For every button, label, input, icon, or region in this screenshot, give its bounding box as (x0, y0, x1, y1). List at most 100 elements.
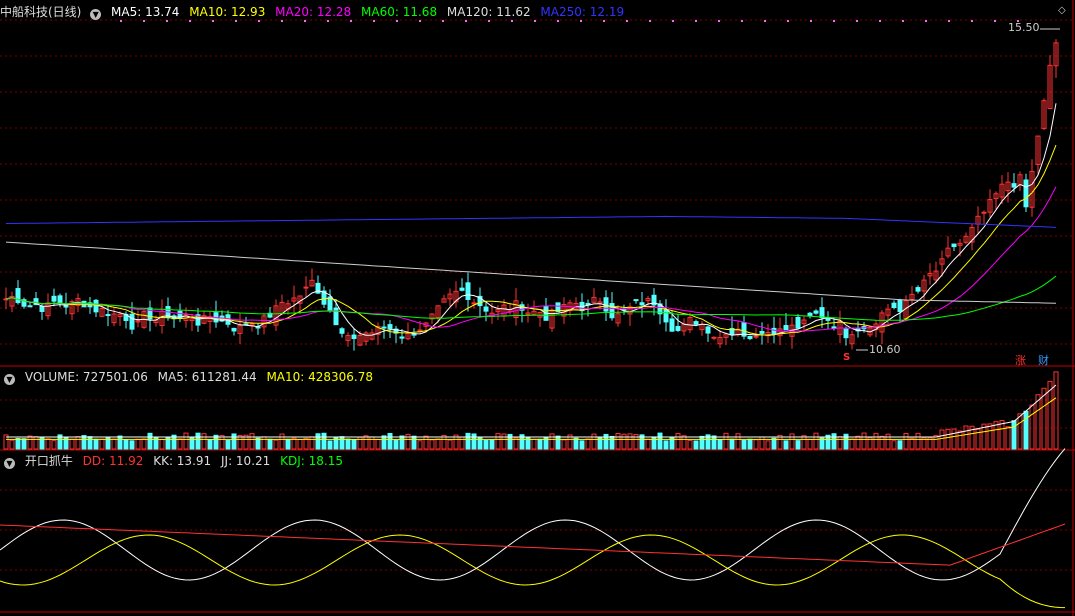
volume-bar (159, 439, 165, 450)
volume-bar (411, 435, 417, 450)
volume-bar (93, 438, 99, 450)
chart-canvas[interactable] (0, 0, 1075, 616)
expand-diamond-icon[interactable]: ◇ (1058, 5, 1066, 16)
volume-bar (483, 439, 489, 450)
volume-bar (219, 435, 225, 450)
signal-dot (718, 20, 720, 22)
signal-dot (488, 20, 490, 22)
signal-dot (419, 20, 421, 22)
candle-body (483, 306, 489, 312)
volume-bar (933, 435, 939, 450)
candle-body (27, 305, 33, 308)
jj-label: JJ: 10.21 (220, 454, 271, 468)
volume-bar (855, 435, 861, 450)
indicator-jj-line (0, 534, 1066, 609)
signal-dot (695, 20, 697, 22)
volume-bar (555, 435, 561, 450)
signal-dot (856, 20, 858, 22)
volume-bar (279, 433, 285, 450)
volume-bar (783, 440, 789, 450)
ma250-line (5, 215, 1057, 228)
volume-bar (585, 438, 591, 450)
main-legend: 中船科技(日线) ▼ MA5: 13.74 MA10: 12.93 MA20: … (0, 4, 630, 20)
signal-dot (327, 20, 329, 22)
volume-bar (531, 438, 537, 450)
candle-body (417, 329, 423, 332)
s-marker: S (843, 352, 851, 363)
signal-dot (902, 20, 904, 22)
volume-bar (801, 435, 807, 450)
stock-title: 中船科技(日线) (0, 5, 82, 19)
volume-bar (813, 432, 819, 450)
candle-body (795, 316, 801, 329)
volume-bar (459, 436, 465, 450)
ma10-label: MA10: 12.93 (189, 5, 266, 19)
volume-bar (69, 438, 75, 450)
volume-bar (675, 433, 681, 450)
collapse-icon[interactable]: ▼ (4, 374, 15, 385)
volume-bar (309, 436, 315, 450)
volume-bar (63, 436, 69, 450)
volume-bar (1029, 404, 1035, 450)
candle-body (93, 299, 99, 313)
volume-bar (711, 435, 717, 450)
volume-bar (651, 436, 657, 450)
volume-bar (717, 438, 723, 450)
ma250-label: MA250: 12.19 (540, 5, 625, 19)
collapse-icon[interactable]: ▼ (4, 458, 15, 469)
collapse-icon[interactable]: ▼ (90, 9, 102, 20)
volume-bar (231, 433, 237, 450)
candle-body (951, 243, 957, 248)
volume-bar (135, 438, 141, 450)
volume-bar (1035, 394, 1041, 450)
volume-bar (843, 433, 849, 450)
kdj-label: KDJ: 18.15 (280, 454, 343, 468)
candle-body (147, 307, 153, 320)
candle-body (753, 335, 759, 338)
candle-body (465, 282, 471, 300)
kk-label: KK: 13.91 (153, 454, 212, 468)
signal-dot (649, 20, 651, 22)
candle-body (57, 295, 63, 304)
volume-bar (873, 432, 879, 450)
volume-bar (561, 439, 567, 450)
candle-body (693, 321, 699, 325)
volume-bar (33, 436, 39, 450)
candle-body (1011, 183, 1017, 188)
volume-bar (1005, 426, 1011, 450)
zhang-badge[interactable]: 涨 (1015, 352, 1026, 368)
volume-bar (741, 439, 747, 450)
volume-bar (267, 438, 273, 450)
candle-body (387, 324, 393, 330)
indicator-legend: ▼ 开口抓牛 DD: 11.92 KK: 13.91 JJ: 10.21 KDJ… (0, 453, 349, 469)
volume-bar (951, 428, 957, 450)
signal-dot (281, 20, 283, 22)
signal-dot (534, 20, 536, 22)
signal-dot (511, 20, 513, 22)
volume-bar (9, 439, 15, 450)
volume-bar (765, 440, 771, 450)
signal-dot (580, 20, 582, 22)
candle-body (129, 313, 135, 330)
volume-bar (1041, 387, 1047, 450)
volume-bar (687, 439, 693, 450)
volume-bar (15, 437, 21, 450)
volume-bar (753, 439, 759, 450)
signal-dot (603, 20, 605, 22)
signal-dot (189, 20, 191, 22)
volume-bar (963, 425, 969, 450)
volume-bar (831, 433, 837, 450)
cai-badge[interactable]: 财 (1038, 352, 1049, 368)
volume-bar (747, 438, 753, 450)
indicator-name: 开口抓牛 (24, 454, 73, 468)
volume-bar (177, 438, 183, 450)
ma120-label: MA120: 11.62 (446, 5, 531, 19)
volume-bar (369, 436, 375, 450)
signal-dot (442, 20, 444, 22)
signal-dot (465, 20, 467, 22)
volume-bar (759, 436, 765, 450)
volume-bar (315, 433, 321, 450)
candle-body (675, 326, 681, 331)
signal-dot (764, 20, 766, 22)
volume-bar (375, 439, 381, 450)
